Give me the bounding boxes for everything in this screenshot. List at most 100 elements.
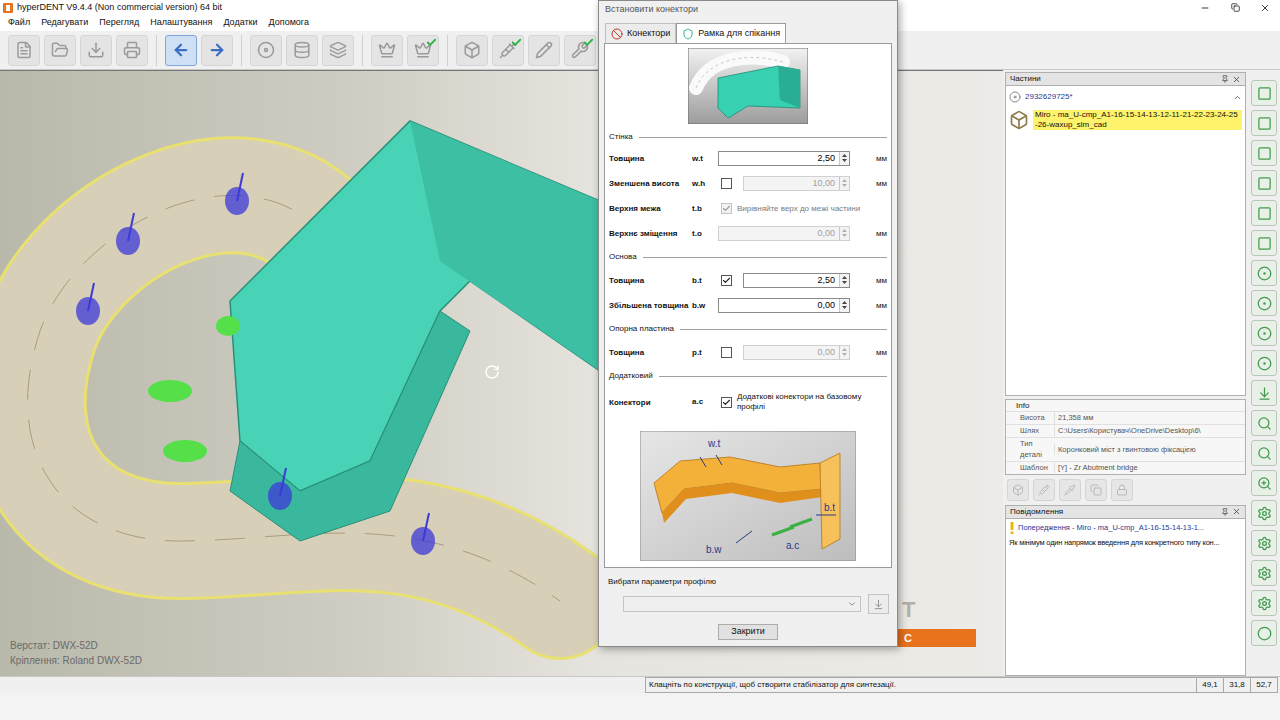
checkbox[interactable] [721,275,732,286]
part-tool-button[interactable] [1033,479,1055,501]
disk-icon [257,41,275,59]
dialog-tab[interactable]: Конектори [605,23,676,43]
check-icon [722,398,731,407]
checkbox[interactable] [721,203,732,214]
dialog-tab[interactable]: Рамка для спікання [676,23,786,43]
tool-icon [1257,566,1272,581]
unit-label: мм [850,347,887,359]
download-icon [873,599,884,610]
view-tool-button[interactable] [1251,200,1277,226]
setting-code: w.h [692,178,718,190]
menu-item[interactable]: Налаштування [150,16,212,30]
profile-select[interactable] [623,596,861,612]
toolbar-button[interactable] [407,35,439,66]
toolbar-button[interactable] [286,35,318,66]
tree-group[interactable]: 2932629725* [1009,89,1242,105]
part-tool-button[interactable] [1059,479,1081,501]
toolbar-button[interactable] [116,35,148,66]
number-field[interactable]: 2,50 [718,151,850,166]
view-tool-button[interactable] [1251,230,1277,256]
number-field[interactable]: 2,50 [743,273,850,288]
toolbar-button[interactable] [564,35,596,66]
part-item[interactable]: Miro - ma_U-cmp_A1-16-15-14-13-12-11-21-… [1009,110,1242,130]
view-tool-button[interactable] [1251,410,1277,436]
view-tool-button[interactable] [1251,110,1277,136]
frame-icon [682,28,694,40]
part-tool-button[interactable] [1007,479,1029,501]
minimize-icon [1200,3,1210,13]
setting-label: Верхнє зміщення [609,229,692,238]
pin-icon[interactable] [1221,508,1229,516]
number-field[interactable]: 0,00 [718,226,850,241]
view-tool-button[interactable] [1251,530,1277,556]
toolbar-button[interactable] [250,35,282,66]
close-icon[interactable] [1232,507,1241,516]
toolbar-button[interactable] [44,35,76,66]
view-tool-button[interactable] [1251,380,1277,406]
restore-button[interactable] [1220,3,1250,12]
up-arrow-icon [840,299,849,305]
spinner[interactable] [839,274,849,287]
checkbox[interactable] [721,178,732,189]
setting-label: Товщина [609,276,692,285]
setting-row: Верхня межаt.bВирівняйте верх до межі ча… [605,196,891,221]
view-tool-button[interactable] [1251,500,1277,526]
number-field[interactable]: 0,00 [718,298,850,313]
spinner[interactable] [839,177,849,190]
minimize-button[interactable] [1190,3,1220,13]
toolbar-button[interactable] [80,35,112,66]
spinner[interactable] [839,227,849,240]
view-tool-button[interactable] [1251,620,1277,646]
view-tool-button[interactable] [1251,260,1277,286]
frame-diagram: w.ta.cb.tb.w [640,431,856,561]
view-tool-button[interactable] [1251,590,1277,616]
view-tool-button[interactable] [1251,80,1277,106]
number-field[interactable]: 0,00 [743,345,850,360]
part-tool-button[interactable] [1111,479,1133,501]
setting-row: Верхнє зміщенняt.o0,00мм [605,221,891,246]
toolbar-button[interactable] [456,35,488,66]
collapse-icon[interactable] [1233,93,1242,102]
toolbar-button[interactable] [492,35,524,66]
checkbox[interactable] [721,397,732,408]
close-button[interactable] [1250,3,1280,13]
view-tool-button[interactable] [1251,140,1277,166]
part-tool-button[interactable] [1085,479,1107,501]
dot-icon [1257,266,1272,281]
checkbox[interactable] [721,347,732,358]
setting-label: Верхня межа [609,204,692,213]
view-tool-button[interactable] [1251,290,1277,316]
toolbar-button[interactable] [322,35,354,66]
setting-row: Зменшена висотаw.h10,00мм [605,171,891,196]
part-tools [1005,475,1246,505]
view-tool-button[interactable] [1251,470,1277,496]
watermark: T [902,593,915,626]
toolbar-button[interactable] [165,35,197,66]
dialog-title[interactable]: Встановити конектори [599,1,897,19]
menu-item[interactable]: Допомога [269,16,309,30]
up-arrow-icon [840,152,849,158]
view-tool-button[interactable] [1251,170,1277,196]
close-button[interactable]: Закрити [718,624,778,640]
toolbar-button[interactable] [8,35,40,66]
toolbar-button[interactable] [371,35,403,66]
spinner[interactable] [839,299,849,312]
spinner[interactable] [839,152,849,165]
toolbar-button[interactable] [201,35,233,66]
load-profile-button[interactable] [868,594,889,614]
menu-item[interactable]: Файл [8,16,30,30]
view-tool-button[interactable] [1251,560,1277,586]
view-tool-button[interactable] [1251,440,1277,466]
spinner[interactable] [839,346,849,359]
view-tool-button[interactable] [1251,350,1277,376]
view-tool-button[interactable] [1251,320,1277,346]
down-arrow-icon [840,233,849,239]
number-field[interactable]: 10,00 [743,176,850,191]
toolbar-button[interactable] [528,35,560,66]
close-icon[interactable] [1232,75,1241,84]
info-row: Шаблон[Y] - Zr Abutment bridge [1006,461,1245,474]
menu-item[interactable]: Додатки [223,16,257,30]
pin-icon[interactable] [1221,75,1229,83]
menu-item[interactable]: Редагувати [41,16,88,30]
menu-item[interactable]: Перегляд [99,16,139,30]
